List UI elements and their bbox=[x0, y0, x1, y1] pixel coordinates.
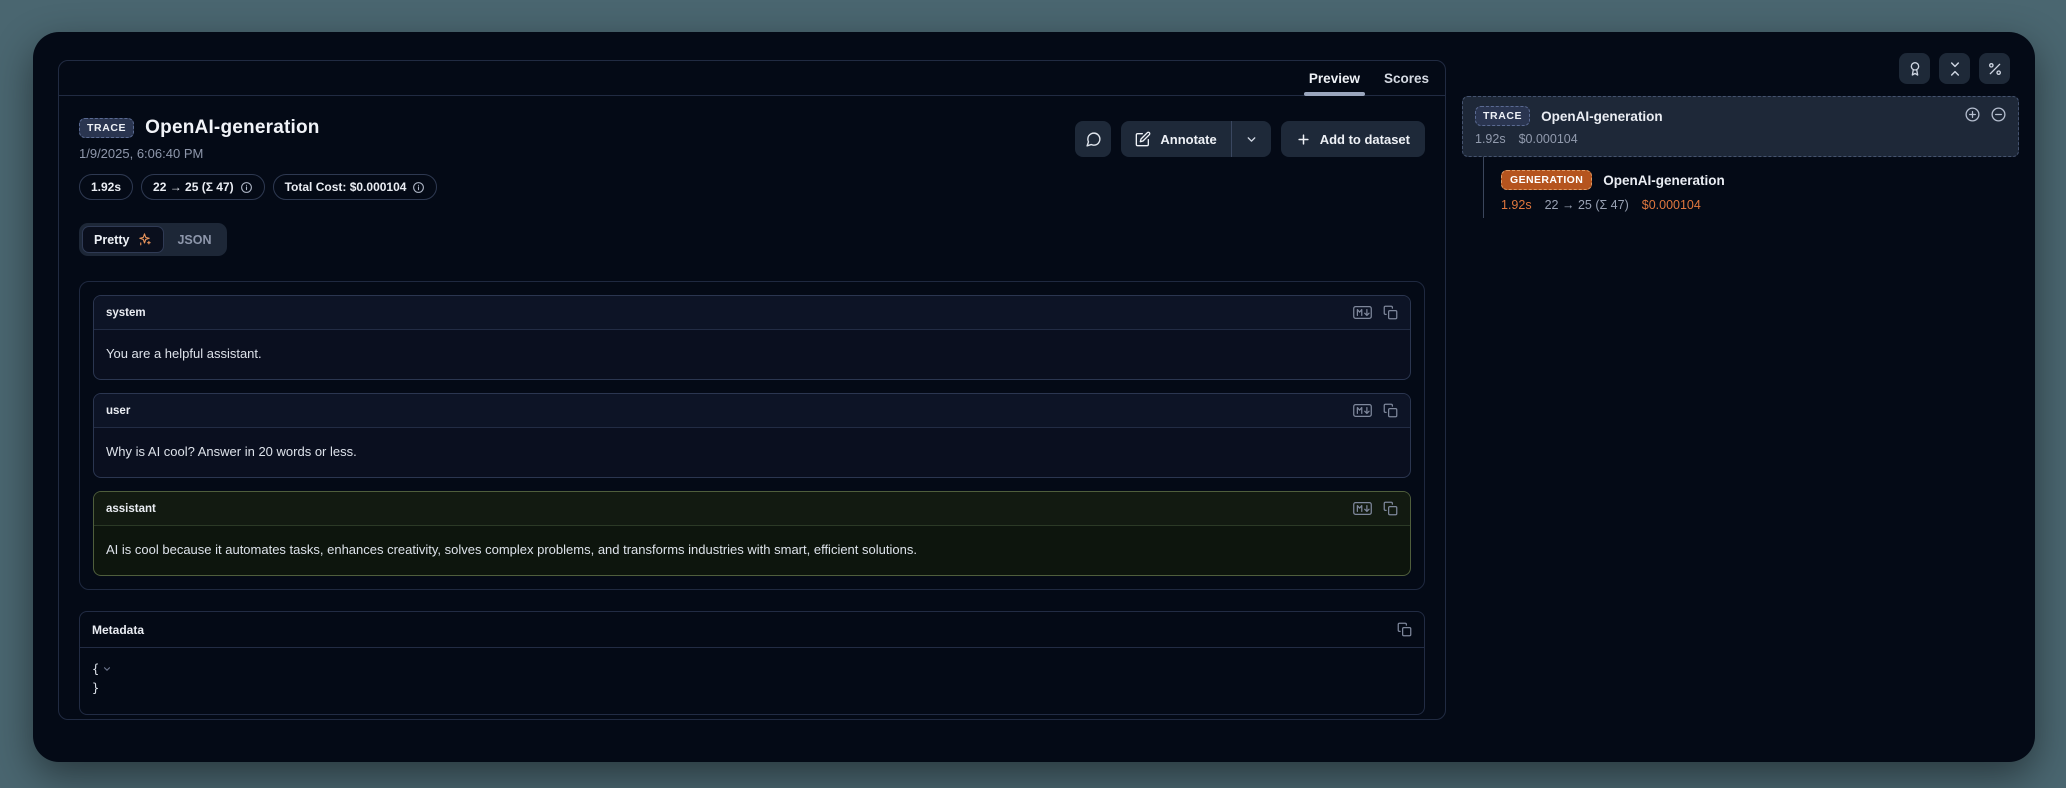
comment-icon bbox=[1085, 131, 1102, 148]
tree-trace-row[interactable]: TRACE OpenAI-generation 1.92s $0.000104 bbox=[1462, 96, 2019, 157]
trace-detail-panel: Preview Scores TRACE OpenAI-generation 1… bbox=[58, 60, 1446, 720]
chevron-down-icon bbox=[1245, 133, 1258, 146]
preview-scores-tabbar: Preview Scores bbox=[59, 61, 1445, 96]
message-content: Why is AI cool? Answer in 20 words or le… bbox=[94, 428, 1410, 477]
trace-tree: TRACE OpenAI-generation 1.92s $0.000104 … bbox=[1462, 96, 2019, 218]
tree-trace-title: OpenAI-generation bbox=[1541, 109, 1663, 124]
sparkles-icon bbox=[137, 232, 152, 247]
trace-header-row: TRACE OpenAI-generation 1/9/2025, 6:06:4… bbox=[79, 117, 1425, 161]
add-to-dataset-button[interactable]: Add to dataset bbox=[1281, 121, 1425, 157]
message-card-assistant: assistant AI is cool because it automate… bbox=[93, 491, 1411, 576]
collapse-vertical-icon bbox=[1947, 61, 1963, 77]
message-content: AI is cool because it automates tasks, e… bbox=[94, 526, 1410, 575]
scores-award-button[interactable] bbox=[1899, 53, 1930, 84]
token-usage-badge: 22 → 25 (Σ 47) bbox=[141, 174, 265, 200]
tree-toolbar bbox=[1899, 53, 2010, 84]
copy-icon[interactable] bbox=[1383, 403, 1398, 418]
toggle-pretty[interactable]: Pretty bbox=[82, 226, 164, 253]
trace-content: TRACE OpenAI-generation 1/9/2025, 6:06:4… bbox=[59, 96, 1445, 715]
info-icon[interactable] bbox=[240, 181, 253, 194]
metadata-open-brace: { bbox=[92, 660, 99, 679]
annotate-dropdown-button[interactable] bbox=[1232, 121, 1271, 157]
tab-preview[interactable]: Preview bbox=[1309, 71, 1360, 86]
tree-generation-latency: 1.92s bbox=[1501, 198, 1532, 212]
copy-icon[interactable] bbox=[1383, 305, 1398, 320]
trace-type-badge: TRACE bbox=[1475, 106, 1530, 126]
tree-trace-cost: $0.000104 bbox=[1519, 132, 1578, 146]
generation-type-badge: GENERATION bbox=[1501, 170, 1592, 190]
toggle-metrics-button[interactable] bbox=[1979, 53, 2010, 84]
comment-button[interactable] bbox=[1075, 121, 1111, 157]
trace-actions-row: Annotate Add to dataset bbox=[1075, 121, 1425, 157]
trace-title-block: TRACE OpenAI-generation 1/9/2025, 6:06:4… bbox=[79, 117, 320, 161]
trace-type-badge: TRACE bbox=[79, 118, 134, 138]
message-content: You are a helpful assistant. bbox=[94, 330, 1410, 379]
tree-generation-cost: $0.000104 bbox=[1642, 198, 1701, 212]
page-title: OpenAI-generation bbox=[145, 117, 319, 139]
metadata-panel: Metadata { } bbox=[79, 611, 1425, 715]
expand-all-icon[interactable] bbox=[1964, 106, 1981, 123]
percent-icon bbox=[1987, 61, 2003, 77]
metadata-close-brace: } bbox=[92, 679, 1412, 698]
messages-container: system You are a helpful assistant. bbox=[79, 281, 1425, 590]
markdown-icon[interactable] bbox=[1353, 501, 1372, 516]
award-icon bbox=[1907, 61, 1923, 77]
chevron-down-icon[interactable] bbox=[102, 664, 112, 674]
trace-stats-row: 1.92s 22 → 25 (Σ 47) Total Cost: $0.0001… bbox=[79, 174, 1425, 200]
metadata-json-body: { } bbox=[80, 648, 1424, 714]
info-icon[interactable] bbox=[412, 181, 425, 194]
tree-generation-title: OpenAI-generation bbox=[1603, 173, 1725, 188]
annotate-pencil-icon bbox=[1135, 131, 1151, 147]
markdown-icon[interactable] bbox=[1353, 305, 1372, 320]
total-cost-badge: Total Cost: $0.000104 bbox=[273, 174, 438, 200]
metadata-title: Metadata bbox=[92, 623, 144, 637]
copy-icon[interactable] bbox=[1397, 622, 1412, 637]
collapse-all-icon[interactable] bbox=[1990, 106, 2007, 123]
app-window: Preview Scores TRACE OpenAI-generation 1… bbox=[33, 32, 2035, 762]
tab-scores[interactable]: Scores bbox=[1384, 71, 1429, 86]
plus-icon bbox=[1296, 132, 1311, 147]
copy-icon[interactable] bbox=[1383, 501, 1398, 516]
markdown-icon[interactable] bbox=[1353, 403, 1372, 418]
annotate-split-button: Annotate bbox=[1121, 121, 1270, 157]
message-card-user: user Why is AI cool? Answer in 20 words … bbox=[93, 393, 1411, 478]
message-role: assistant bbox=[106, 503, 156, 515]
tree-generation-row[interactable]: GENERATION OpenAI-generation 1.92s 22 → … bbox=[1483, 157, 2019, 218]
io-format-toggle: Pretty JSON bbox=[79, 223, 227, 256]
pretty-label: Pretty bbox=[94, 233, 129, 247]
tree-trace-latency: 1.92s bbox=[1475, 132, 1506, 146]
collapse-tree-button[interactable] bbox=[1939, 53, 1970, 84]
tree-generation-tokens: 22 → 25 (Σ 47) bbox=[1545, 198, 1629, 212]
trace-timestamp: 1/9/2025, 6:06:40 PM bbox=[79, 146, 320, 161]
message-card-system: system You are a helpful assistant. bbox=[93, 295, 1411, 380]
annotate-label: Annotate bbox=[1160, 132, 1216, 147]
annotate-button[interactable]: Annotate bbox=[1121, 121, 1230, 157]
message-role: user bbox=[106, 405, 130, 417]
latency-badge: 1.92s bbox=[79, 174, 133, 200]
message-role: system bbox=[106, 307, 146, 319]
add-to-dataset-label: Add to dataset bbox=[1320, 132, 1410, 147]
toggle-json[interactable]: JSON bbox=[164, 228, 224, 252]
